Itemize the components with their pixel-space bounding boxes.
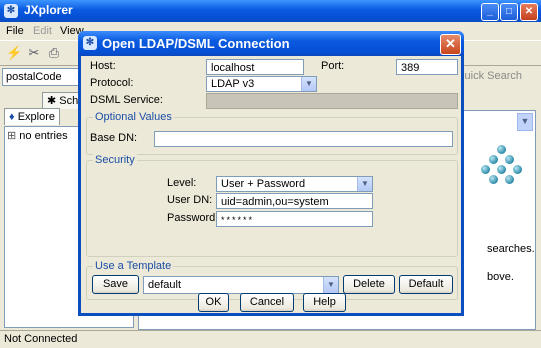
main-title-bar: ✻ JXplorer _ □ ✕ [0, 0, 541, 22]
dsml-service-field [206, 93, 458, 109]
host-field[interactable]: localhost [206, 59, 304, 75]
background-text: bove. [487, 271, 514, 283]
dialog-body: Host: localhost Port: 389 Protocol: LDAP… [81, 56, 461, 313]
optional-values-group: Optional Values Base DN: [86, 111, 458, 155]
chevron-down-icon[interactable]: ▼ [517, 113, 533, 131]
save-template-button[interactable]: Save [92, 275, 139, 294]
template-value: default [148, 279, 182, 291]
logo-dot [505, 155, 514, 164]
help-button[interactable]: Help [303, 293, 346, 312]
template-title: Use a Template [93, 260, 174, 272]
logo-dot [497, 145, 506, 154]
status-bar: Not Connected [0, 330, 541, 348]
protocol-label: Protocol: [90, 77, 134, 89]
base-dn-label: Base DN: [90, 132, 138, 144]
minimize-button[interactable]: _ [481, 3, 499, 21]
delete-template-button[interactable]: Delete [343, 275, 395, 294]
cancel-button[interactable]: Cancel [240, 293, 294, 312]
search-input[interactable]: postalCode [2, 68, 79, 86]
logo-dot [489, 175, 498, 184]
plug-icon[interactable]: ⚡ [6, 45, 22, 61]
security-level-value: User + Password [221, 178, 306, 190]
maximize-button[interactable]: □ [500, 3, 518, 21]
status-text: Not Connected [4, 333, 78, 345]
password-field[interactable]: ****** [216, 211, 373, 227]
user-dn-label: User DN: [167, 194, 213, 206]
unplug-icon[interactable]: ✂ [26, 45, 42, 61]
dialog-title-bar[interactable]: ✻ Open LDAP/DSML Connection ✕ [78, 31, 464, 56]
main-close-button[interactable]: ✕ [520, 3, 538, 21]
background-text: searches. [487, 243, 535, 255]
dialog-close-button[interactable]: ✕ [440, 34, 461, 55]
logo-dot [481, 165, 490, 174]
jxplorer-logo-icon: ✻ [83, 36, 97, 50]
protocol-value: LDAP v3 [211, 78, 255, 90]
quick-search-button[interactable]: Quick Search [456, 70, 522, 82]
connection-dialog: ✻ Open LDAP/DSML Connection ✕ Host: loca… [78, 31, 464, 316]
logo-dot [513, 165, 522, 174]
chevron-down-icon[interactable]: ▼ [357, 177, 372, 191]
template-select[interactable]: default ▼ [143, 276, 339, 294]
password-label: Password: [167, 212, 219, 224]
user-dn-field[interactable]: uid=admin,ou=system [216, 193, 373, 209]
logo-dot [489, 155, 498, 164]
tree-item-label: no entries [19, 130, 68, 142]
menu-edit[interactable]: Edit [33, 25, 52, 37]
optional-values-title: Optional Values [93, 111, 174, 123]
host-label: Host: [90, 60, 116, 72]
base-dn-field[interactable] [154, 131, 453, 147]
tree-node-icon: ⊞ [7, 130, 17, 142]
protocol-select[interactable]: LDAP v3 ▼ [206, 76, 317, 92]
chevron-down-icon[interactable]: ▼ [301, 77, 316, 91]
level-label: Level: [167, 177, 197, 189]
app-title: JXplorer [24, 3, 73, 17]
logo-dot [505, 175, 514, 184]
tab-explore-label: Explore [17, 111, 55, 123]
jxplorer-logo-icon: ✻ [4, 4, 18, 18]
dsml-service-label: DSML Service: [90, 94, 163, 106]
chevron-down-icon[interactable]: ▼ [323, 277, 338, 293]
tree-item[interactable]: ⊞ no entries [7, 129, 68, 142]
tab-explore[interactable]: ♦ Explore [4, 108, 60, 125]
schema-icon: ✱ [47, 95, 57, 107]
security-group: Security Level: User + Password ▼ User D… [86, 154, 458, 257]
explore-icon: ♦ [9, 111, 15, 123]
security-title: Security [93, 154, 137, 166]
menu-file[interactable]: File [6, 25, 24, 37]
ok-button[interactable]: OK [198, 293, 229, 312]
dialog-title: Open LDAP/DSML Connection [102, 36, 290, 51]
logo-dot [497, 165, 506, 174]
default-template-button[interactable]: Default [399, 275, 453, 294]
port-label: Port: [321, 60, 345, 72]
tab-schema-label: Sch [59, 95, 79, 107]
port-field[interactable]: 389 [396, 59, 458, 75]
security-level-select[interactable]: User + Password ▼ [216, 176, 373, 192]
print-icon[interactable]: ⎙ [46, 45, 62, 61]
